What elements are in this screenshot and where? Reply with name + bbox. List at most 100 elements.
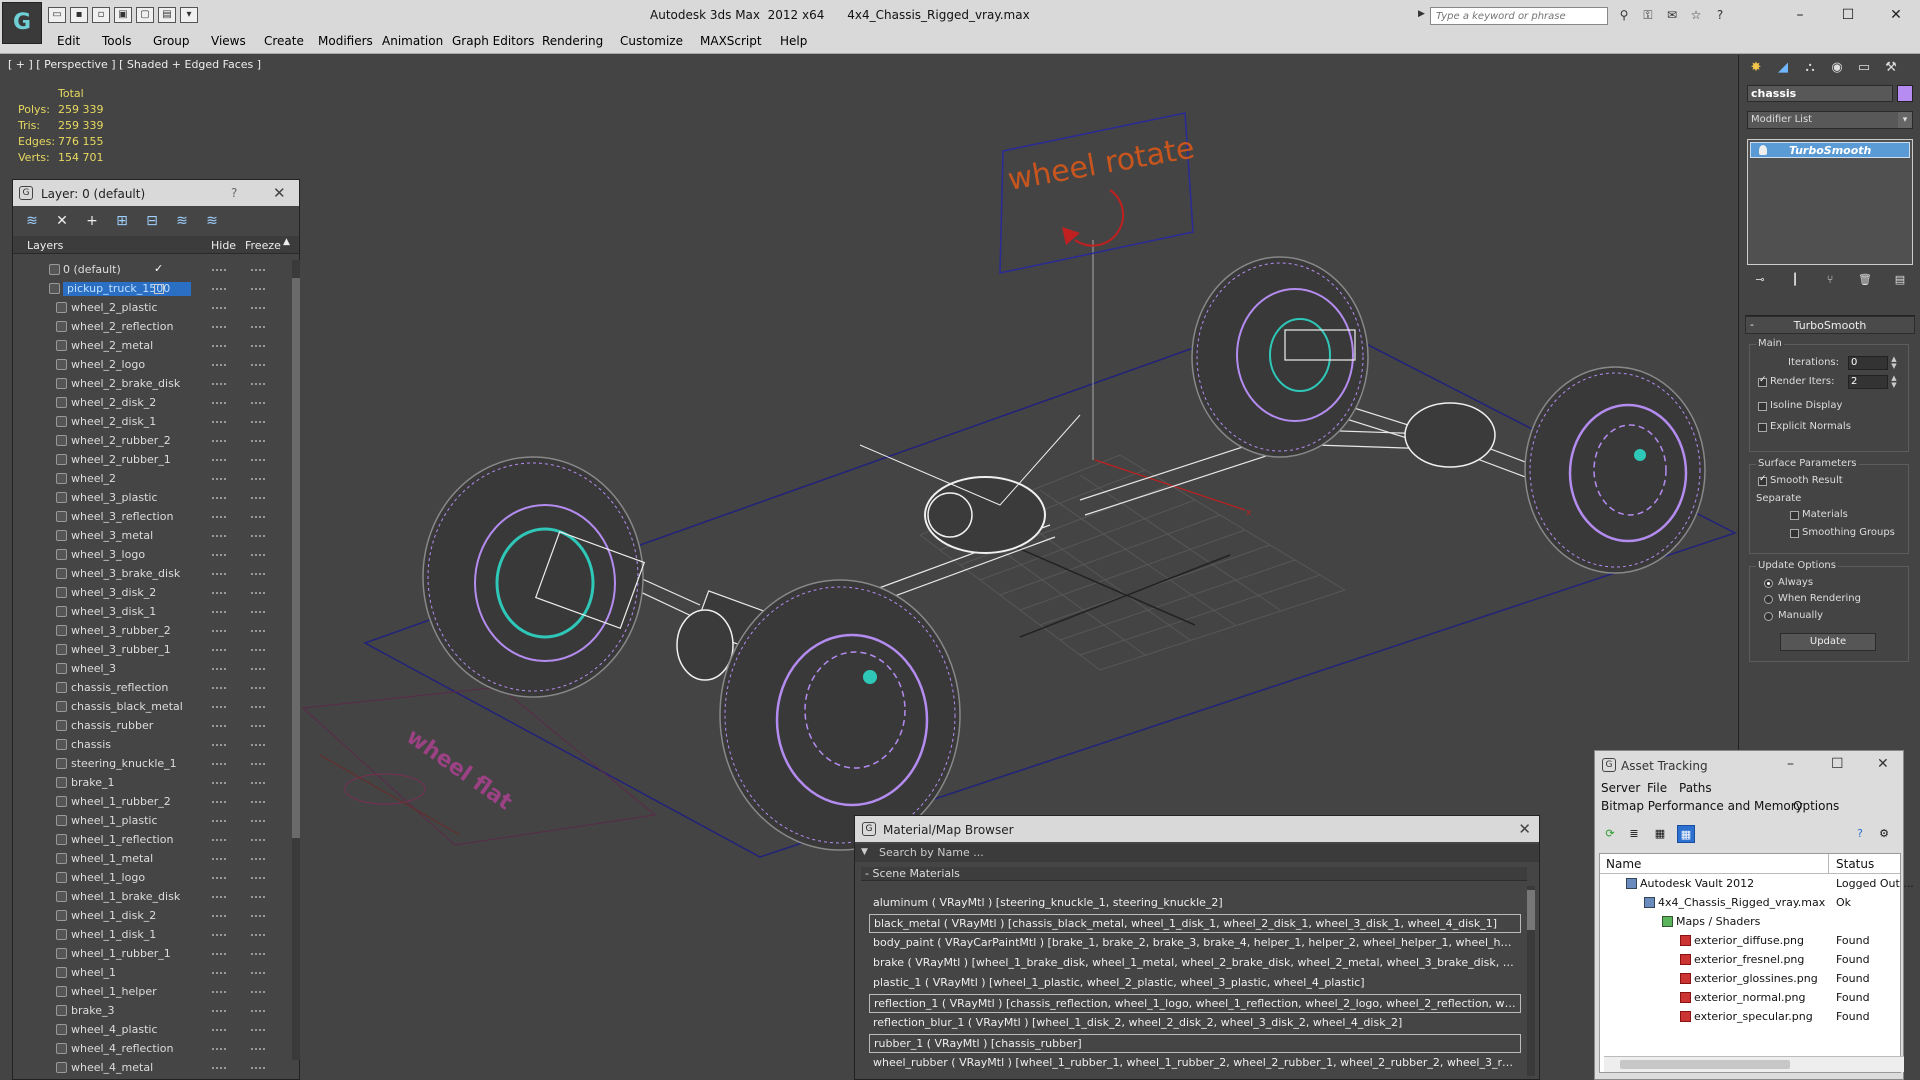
hide-toggle[interactable] bbox=[212, 687, 226, 689]
table-row[interactable]: 4x4_Chassis_Rigged_vray.max Ok bbox=[1600, 893, 1900, 912]
freeze-toggle[interactable] bbox=[251, 383, 265, 385]
hide-toggle[interactable] bbox=[212, 706, 226, 708]
material-row[interactable]: plastic_1 ( VRayMtl ) [wheel_1_plastic, … bbox=[869, 974, 1521, 993]
wheel-front-left[interactable] bbox=[1191, 256, 1369, 458]
material-list-scrollbar[interactable] bbox=[1527, 886, 1535, 1076]
select-objects-icon[interactable]: ⊞ bbox=[113, 212, 131, 230]
freeze-toggle[interactable] bbox=[251, 1048, 265, 1050]
hide-toggle[interactable] bbox=[212, 535, 226, 537]
hide-toggle[interactable] bbox=[212, 991, 226, 993]
materials-checkbox[interactable] bbox=[1790, 511, 1799, 520]
hide-toggle[interactable] bbox=[212, 1029, 226, 1031]
hide-toggle[interactable] bbox=[212, 915, 226, 917]
scroll-up-icon[interactable]: ▲ bbox=[283, 237, 290, 247]
render-iters-spinner[interactable]: 2 bbox=[1848, 375, 1888, 389]
layer-row[interactable]: wheel_1_metal bbox=[21, 849, 286, 868]
freeze-toggle[interactable] bbox=[251, 307, 265, 309]
open-icon[interactable]: ▭ bbox=[48, 7, 66, 23]
layer-row[interactable]: wheel_1_rubber_2 bbox=[21, 792, 286, 811]
layer-row[interactable]: chassis_black_metal bbox=[21, 697, 286, 716]
layer-row[interactable]: wheel_3_disk_2 bbox=[21, 583, 286, 602]
wheel-rear-left[interactable] bbox=[422, 456, 646, 698]
material-row[interactable]: black_metal ( VRayMtl ) [chassis_black_m… bbox=[869, 914, 1521, 933]
freeze-toggle[interactable] bbox=[251, 820, 265, 822]
layer-row[interactable]: brake_3 bbox=[21, 1001, 286, 1020]
lightbulb-icon[interactable] bbox=[1759, 145, 1767, 155]
freeze-toggle[interactable] bbox=[251, 554, 265, 556]
layer-row[interactable]: wheel_2_rubber_1 bbox=[21, 450, 286, 469]
hide-toggle[interactable] bbox=[212, 1010, 226, 1012]
freeze-toggle[interactable] bbox=[251, 877, 265, 879]
scene-materials-section[interactable]: - Scene Materials bbox=[861, 867, 1527, 881]
freeze-toggle[interactable] bbox=[251, 269, 265, 271]
layer-row[interactable]: brake_1 bbox=[21, 773, 286, 792]
freeze-toggle[interactable] bbox=[251, 1029, 265, 1031]
render-iters-checkbox[interactable] bbox=[1758, 375, 1767, 387]
layer-row[interactable]: wheel_1_disk_1 bbox=[21, 925, 286, 944]
hide-toggle[interactable] bbox=[212, 478, 226, 480]
hide-toggle[interactable] bbox=[212, 801, 226, 803]
table-row[interactable]: exterior_diffuse.png Found bbox=[1600, 931, 1900, 950]
layer-row[interactable]: wheel_4_reflection bbox=[21, 1039, 286, 1058]
configure-modifier-sets-icon[interactable]: ▤ bbox=[1891, 273, 1909, 291]
freeze-toggle[interactable] bbox=[251, 402, 265, 404]
scrollbar-thumb[interactable] bbox=[1620, 1060, 1790, 1069]
hide-toggle[interactable] bbox=[212, 345, 226, 347]
freeze-toggle[interactable] bbox=[251, 516, 265, 518]
freeze-toggle[interactable] bbox=[251, 535, 265, 537]
layer-row[interactable]: wheel_2 bbox=[21, 469, 286, 488]
layer-row[interactable]: wheel_2_metal bbox=[21, 336, 286, 355]
layer-row[interactable]: wheel_4_metal bbox=[21, 1058, 286, 1075]
object-color-swatch[interactable] bbox=[1897, 85, 1913, 102]
freeze-toggle[interactable] bbox=[251, 288, 265, 290]
motion-tab-icon[interactable]: ◉ bbox=[1828, 59, 1846, 77]
freeze-toggle[interactable] bbox=[251, 497, 265, 499]
display-tab-icon[interactable]: ▭ bbox=[1855, 59, 1873, 77]
binoculars-icon[interactable]: ⚲ bbox=[1616, 7, 1632, 23]
layer-row[interactable]: wheel_1 bbox=[21, 963, 286, 982]
menu-customize[interactable]: Customize bbox=[620, 34, 683, 48]
hide-toggle[interactable] bbox=[212, 820, 226, 822]
freeze-toggle[interactable] bbox=[251, 345, 265, 347]
freeze-toggle[interactable] bbox=[251, 839, 265, 841]
freeze-toggle[interactable] bbox=[251, 991, 265, 993]
rear-differential[interactable] bbox=[676, 609, 734, 681]
freeze-toggle[interactable] bbox=[251, 668, 265, 670]
hide-toggle[interactable] bbox=[212, 953, 226, 955]
smooth-result-checkbox[interactable] bbox=[1758, 474, 1767, 486]
freeze-toggle[interactable] bbox=[251, 459, 265, 461]
hide-toggle[interactable] bbox=[212, 668, 226, 670]
freeze-toggle[interactable] bbox=[251, 896, 265, 898]
help-icon[interactable]: ? bbox=[1712, 7, 1728, 23]
rotate-arrow-icon[interactable] bbox=[1074, 189, 1124, 247]
table-row[interactable]: Autodesk Vault 2012 Logged Out ... bbox=[1600, 874, 1914, 893]
layer-row[interactable]: wheel_1_logo bbox=[21, 868, 286, 887]
hide-toggle[interactable] bbox=[212, 516, 226, 518]
list-view-icon[interactable]: ≣ bbox=[1625, 825, 1643, 843]
material-row[interactable]: wheel_rubber ( VRayMtl ) [wheel_1_rubber… bbox=[869, 1054, 1521, 1073]
front-differential[interactable] bbox=[1404, 402, 1496, 468]
hide-toggle[interactable] bbox=[212, 611, 226, 613]
menu-create[interactable]: Create bbox=[264, 34, 304, 48]
refresh-icon[interactable]: ⟳ bbox=[1601, 825, 1619, 843]
hide-toggle[interactable] bbox=[212, 744, 226, 746]
new-icon[interactable]: ▫ bbox=[92, 7, 110, 23]
maximize-icon[interactable]: ☐ bbox=[1824, 0, 1872, 30]
modifier-list-dropdown[interactable]: Modifier List ▾ bbox=[1747, 111, 1913, 129]
stack-item-turbosmooth[interactable]: TurboSmooth bbox=[1750, 142, 1910, 158]
hide-toggle[interactable] bbox=[212, 459, 226, 461]
material-row[interactable]: aluminum ( VRayMtl ) [steering_knuckle_1… bbox=[869, 894, 1521, 913]
hide-toggle[interactable] bbox=[212, 364, 226, 366]
freeze-toggle[interactable] bbox=[251, 915, 265, 917]
freeze-toggle[interactable] bbox=[251, 364, 265, 366]
save-icon[interactable]: ▪ bbox=[70, 7, 88, 23]
help-icon[interactable]: ? bbox=[1851, 825, 1869, 843]
layer-row[interactable]: wheel_3_rubber_1 bbox=[21, 640, 286, 659]
menu-maxscript[interactable]: MAXScript bbox=[700, 34, 762, 48]
smoothing-groups-checkbox[interactable] bbox=[1790, 529, 1799, 538]
collapse-icon[interactable]: - bbox=[1750, 318, 1754, 331]
menu-edit[interactable]: Edit bbox=[57, 34, 80, 48]
add-to-layer-icon[interactable]: + bbox=[83, 212, 101, 230]
col-hide[interactable]: Hide bbox=[211, 239, 236, 252]
layer-row[interactable]: wheel_3_reflection bbox=[21, 507, 286, 526]
